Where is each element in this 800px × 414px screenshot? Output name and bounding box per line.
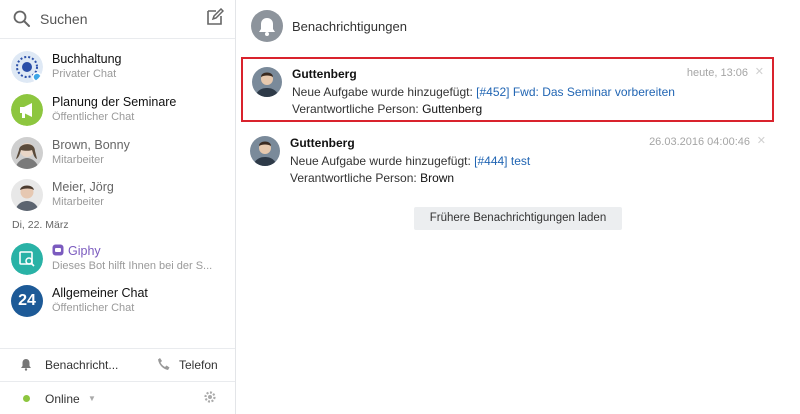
notification-text: Neue Aufgabe wurde hinzugefügt: [#452] F… [292,85,675,99]
notification-responsible: Verantwortliche Person: Brown [290,171,454,185]
chat-subtitle: Öffentlicher Chat [52,111,135,123]
chat-subtitle: Privater Chat [52,68,117,80]
online-status-dot [23,395,30,402]
search-bar[interactable]: Suchen [0,0,235,38]
chat-title: Buchhaltung [52,52,122,66]
chat-subtitle: Öffentlicher Chat [52,302,135,314]
chat-title: Allgemeiner Chat [52,286,148,300]
page-title: Benachrichtigungen [292,19,407,34]
task-link[interactable]: [#444] test [474,154,530,168]
notifications-button[interactable]: Benachricht... [45,358,118,372]
task-link[interactable]: [#452] Fwd: Das Seminar vorbereiten [476,85,675,99]
chat-title: Brown, Bonny [52,138,130,152]
bell-icon[interactable] [20,358,32,371]
sidebar: Suchen Buchhaltung Privater Chat Planung… [0,0,236,414]
app-window: Suchen Buchhaltung Privater Chat Planung… [0,0,800,414]
notification-prefix: Neue Aufgabe wurde hinzugefügt: [290,154,471,168]
date-separator: Di, 22. März [12,219,69,231]
phone-button[interactable]: Telefon [179,358,218,372]
responsible-label: Verantwortliche Person: [290,171,417,185]
bot-avatar [11,243,43,275]
notifications-panel: Benachrichtigungen Guttenberg heute, 13:… [236,0,800,414]
chat-subtitle: Mitarbeiter [52,154,104,166]
close-icon[interactable]: ✕ [757,134,766,147]
avatar [11,137,43,169]
notification-responsible: Verantwortliche Person: Guttenberg [292,102,482,116]
avatar [11,179,43,211]
search-icon [13,10,30,27]
compose-icon[interactable] [206,8,224,26]
notification-author: Guttenberg [290,136,355,150]
status-label: Online [45,392,80,406]
responsible-person[interactable]: Guttenberg [422,102,482,116]
chat-item-meier[interactable]: Meier, Jörg Mitarbeiter [0,176,235,218]
chat-avatar [11,51,43,83]
chat-title: Meier, Jörg [52,180,114,194]
status-selector[interactable]: Online ▼ [0,381,235,414]
notification-author: Guttenberg [292,67,357,81]
notification-text: Neue Aufgabe wurde hinzugefügt: [#444] t… [290,154,530,168]
close-icon[interactable]: ✕ [755,65,764,78]
phone-icon[interactable] [157,357,171,371]
chat-title: Giphy [68,244,101,258]
chat-avatar-text: 24 [18,292,36,309]
search-label: Suchen [40,11,88,27]
load-more-button[interactable]: Frühere Benachrichtigungen laden [414,207,622,230]
responsible-label: Verantwortliche Person: [292,102,419,116]
chat-item-allgemeiner[interactable]: 24 Allgemeiner Chat Öffentlicher Chat [0,282,235,324]
notification-prefix: Neue Aufgabe wurde hinzugefügt: [292,85,473,99]
megaphone-icon [11,94,43,126]
bell-icon [251,10,283,42]
chat-item-buchhaltung[interactable]: Buchhaltung Privater Chat [0,48,235,90]
responsible-person[interactable]: Brown [420,171,454,185]
avatar [250,136,280,166]
bitrix24-icon: 24 [11,285,43,317]
notification-item[interactable]: Guttenberg heute, 13:06 ✕ Neue Aufgabe w… [241,57,774,122]
chat-item-brown[interactable]: Brown, Bonny Mitarbeiter [0,134,235,176]
notification-time: 26.03.2016 04:00:46 [649,136,750,148]
chat-subtitle: Mitarbeiter [52,196,104,208]
gear-icon[interactable] [203,390,217,404]
avatar [252,67,282,97]
chat-subtitle: Dieses Bot hilft Ihnen bei der S... [52,260,213,272]
notification-item[interactable]: Guttenberg 26.03.2016 04:00:46 ✕ Neue Au… [241,128,774,193]
divider [0,38,235,39]
divider [0,348,235,349]
notification-time: heute, 13:06 [686,67,748,79]
chevron-down-icon: ▼ [88,394,96,403]
chat-title: Planung der Seminare [52,95,177,109]
bot-icon [52,244,64,256]
chat-item-giphy[interactable]: Giphy Dieses Bot hilft Ihnen bei der S..… [0,240,235,282]
chat-item-planung[interactable]: Planung der Seminare Öffentlicher Chat [0,91,235,133]
